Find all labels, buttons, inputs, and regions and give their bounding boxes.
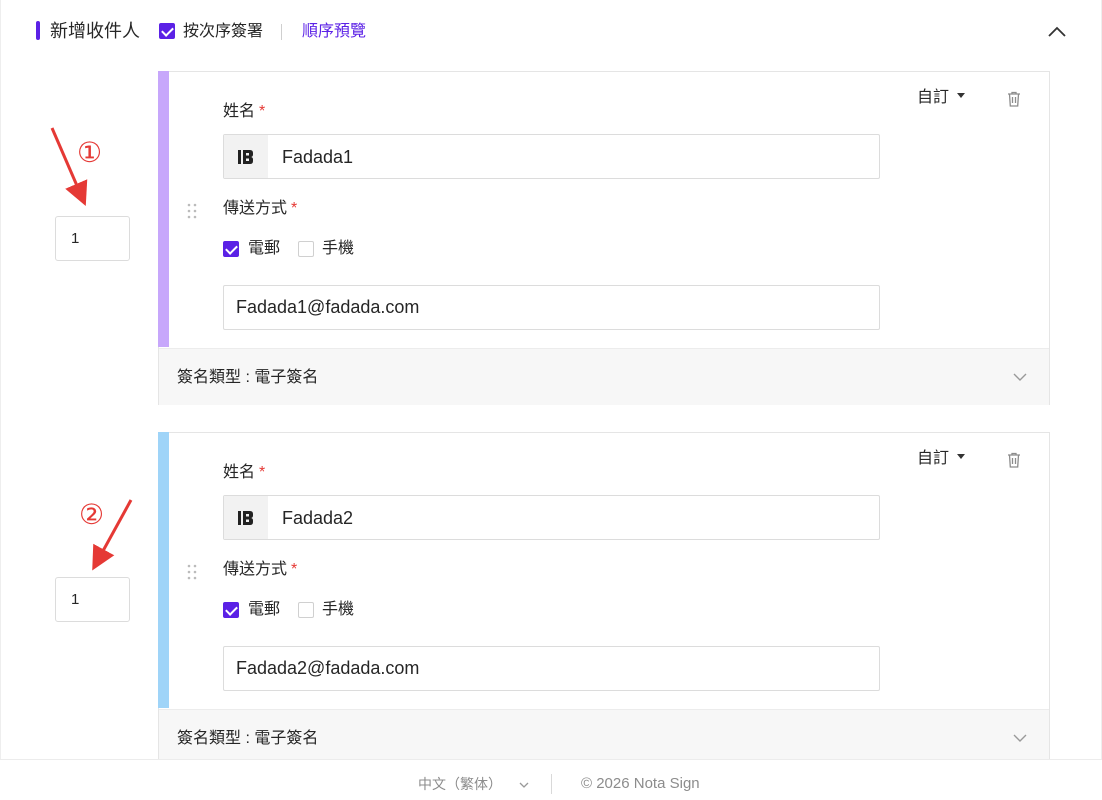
contact-book-icon[interactable] [224,135,268,178]
annotation-arrow-1 [50,127,88,207]
order-preview-link[interactable]: 順序預覽 [302,21,366,43]
name-value: Fadada1 [282,147,354,167]
phone-method-checkbox[interactable] [298,241,314,257]
annotation-arrow-2 [92,499,133,571]
recipient-card-1: 姓名 * 自訂 Fadada1 傳送方式 * 電郵 手機 Fadada1@fadad… [158,71,1050,405]
panel-edge-left [0,0,1,760]
chevron-down-icon [519,782,529,789]
send-method-options: 電郵 手機 [223,600,423,620]
phone-method-label[interactable]: 手機 [322,239,354,259]
card-color-stripe [158,71,169,347]
email-method-label[interactable]: 電郵 [248,600,280,620]
trash-icon[interactable] [1005,451,1023,469]
chevron-up-icon[interactable] [1046,21,1068,43]
name-label: 姓名 * [223,103,266,120]
trash-icon[interactable] [1005,90,1023,108]
name-field[interactable]: Fadada2 [223,495,880,540]
header-accent-bar [36,21,40,40]
signing-order-input-2[interactable] [55,577,130,622]
signature-type-label: 簽名類型 : 電子簽名 [177,369,319,386]
page-footer: 中文（繁体） © 2026 Nota Sign [0,759,1102,800]
email-input[interactable]: Fadada2@fadada.com [223,646,880,691]
drag-handle-icon[interactable] [187,203,197,219]
email-method-checkbox[interactable] [223,241,239,257]
drag-handle-icon[interactable] [187,564,197,580]
role-dropdown[interactable]: 自訂 [917,449,966,469]
send-method-label: 傳送方式 * [223,561,298,578]
language-selector[interactable]: 中文（繁体） [418,775,530,793]
phone-method-label[interactable]: 手機 [322,600,354,620]
caret-down-icon [957,454,966,460]
annotation-number-2: ② [79,498,104,531]
signing-order-input-1[interactable] [55,216,130,261]
chevron-down-icon [1013,373,1027,381]
caret-down-icon [957,93,966,99]
copyright-text: © 2026 Nota Sign [581,775,700,792]
header-divider [281,24,282,40]
signature-type-row[interactable]: 簽名類型 : 電子簽名 [159,709,1049,766]
footer-divider [551,774,552,794]
role-dropdown[interactable]: 自訂 [917,88,966,108]
sequential-sign-checkbox[interactable] [159,23,175,39]
chevron-down-icon [1013,734,1027,742]
section-title: 新增收件人 [50,21,140,41]
signature-type-row[interactable]: 簽名類型 : 電子簽名 [159,348,1049,405]
card-color-stripe [158,432,169,708]
phone-method-checkbox[interactable] [298,602,314,618]
contact-book-icon[interactable] [224,496,268,539]
sequential-sign-label[interactable]: 按次序簽署 [183,21,263,43]
email-method-checkbox[interactable] [223,602,239,618]
send-method-options: 電郵 手機 [223,239,423,259]
signature-type-label: 簽名類型 : 電子簽名 [177,730,319,747]
recipients-header: 新增收件人 按次序簽署 順序預覽 [36,18,1070,44]
recipient-card-2: 姓名 * 自訂 Fadada2 傳送方式 * 電郵 手機 Fadada2@fadad… [158,432,1050,772]
name-field[interactable]: Fadada1 [223,134,880,179]
name-label: 姓名 * [223,464,266,481]
email-method-label[interactable]: 電郵 [248,239,280,259]
send-method-label: 傳送方式 * [223,200,298,217]
name-value: Fadada2 [282,508,354,528]
email-input[interactable]: Fadada1@fadada.com [223,285,880,330]
annotation-number-1: ① [77,136,102,169]
